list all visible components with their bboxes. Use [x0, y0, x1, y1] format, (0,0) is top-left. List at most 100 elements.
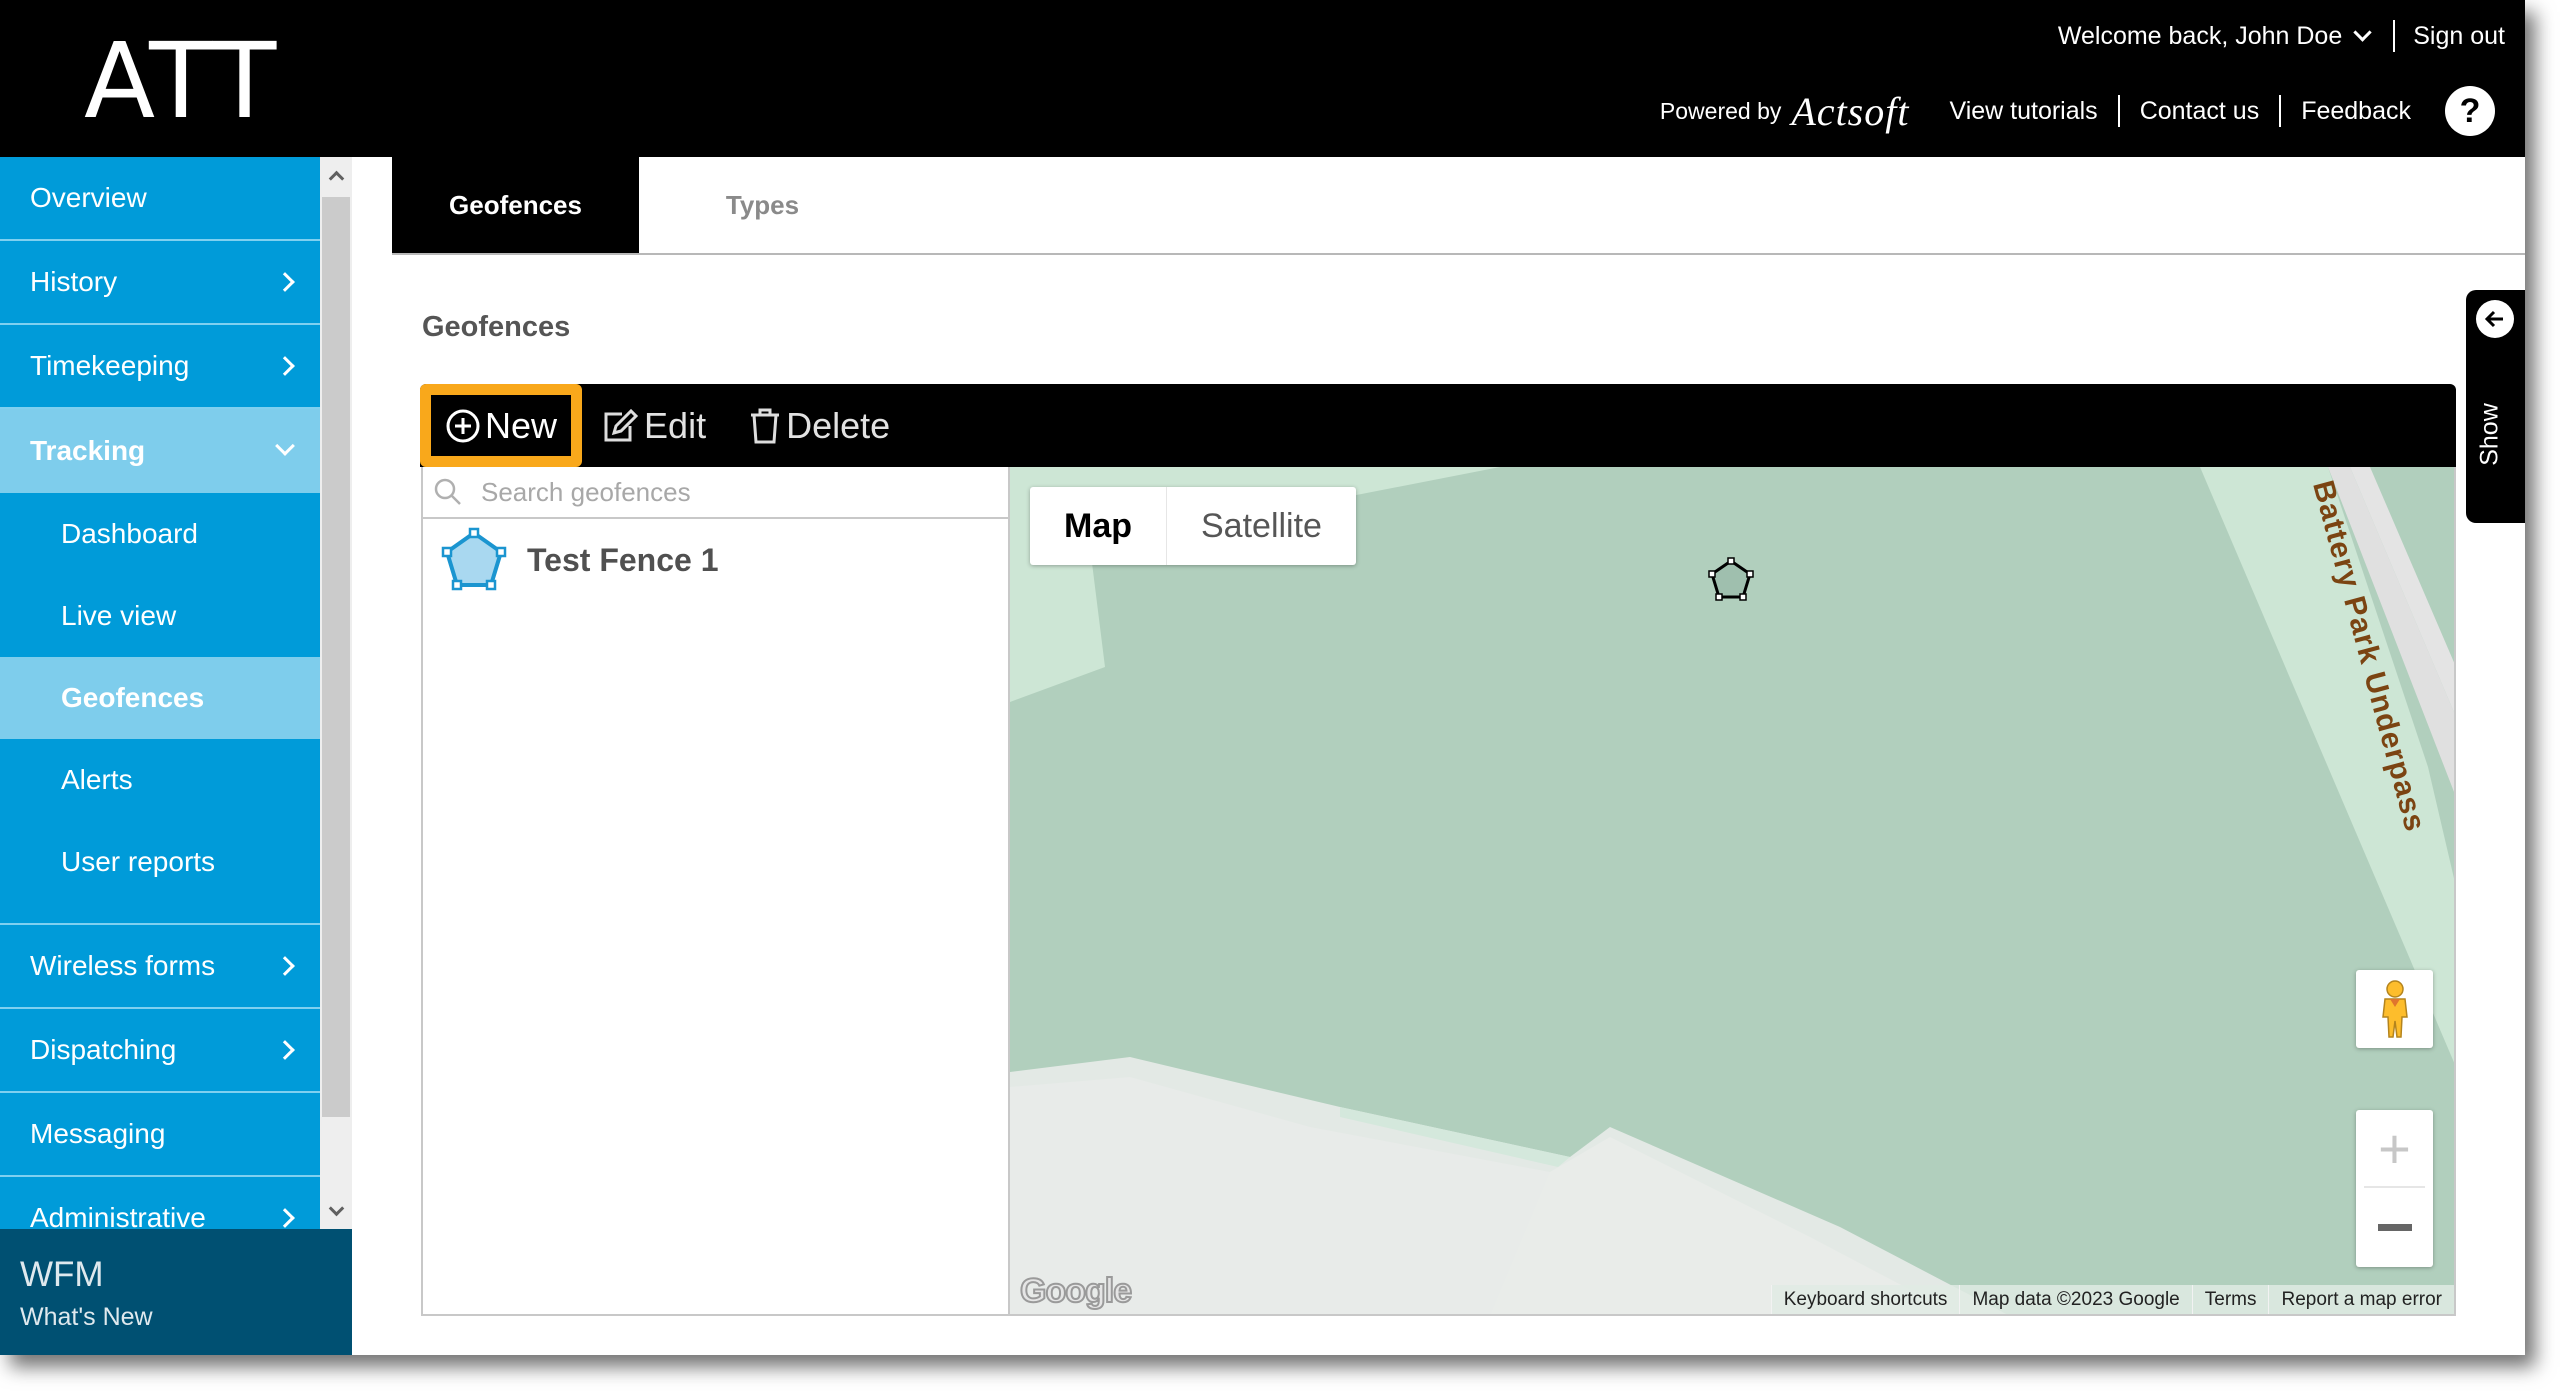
- map-view[interactable]: Battery Park Underpass Map Satellite + G…: [1010, 467, 2456, 1316]
- zoom-in-button[interactable]: +: [2364, 1110, 2425, 1188]
- help-icon[interactable]: ?: [2445, 86, 2495, 136]
- show-panel-toggle[interactable]: Show: [2466, 290, 2525, 523]
- zoom-control: +: [2356, 1110, 2433, 1267]
- search-box: [423, 467, 1008, 519]
- sidebar-item-label: User reports: [61, 846, 216, 877]
- sidebar-item-wireless-forms[interactable]: Wireless forms: [0, 925, 320, 1009]
- search-icon: [434, 478, 461, 505]
- sidebar-scrollbar[interactable]: [320, 157, 352, 1229]
- terms-link[interactable]: Terms: [2191, 1285, 2269, 1314]
- sidebar-item-tracking[interactable]: Tracking: [0, 409, 320, 493]
- sidebar-item-label: Administrative: [30, 1202, 206, 1229]
- sidebar-item-label: Wireless forms: [30, 950, 216, 981]
- chevron-down-icon: [275, 436, 295, 456]
- user-menu[interactable]: Welcome back, John Doe: [2057, 21, 2372, 51]
- minus-icon: [2377, 1223, 2412, 1231]
- sidebar-subitem-user-reports[interactable]: User reports: [0, 821, 320, 903]
- list-item[interactable]: Test Fence 1: [423, 519, 1008, 601]
- sidebar-item-label: Messaging: [30, 1118, 166, 1149]
- map-type-satellite-button[interactable]: Satellite: [1167, 487, 1356, 565]
- tab-geofences[interactable]: Geofences: [392, 157, 639, 253]
- app-window: ATT Welcome back, John Doe Sign out Powe…: [0, 0, 2525, 1355]
- delete-label: Delete: [786, 404, 891, 446]
- delete-button[interactable]: Delete: [734, 384, 904, 467]
- search-input[interactable]: [481, 476, 981, 508]
- sidebar-item-label: Tracking: [30, 435, 146, 466]
- new-label: New: [485, 404, 558, 446]
- tab-types[interactable]: Types: [639, 157, 886, 253]
- scroll-up-button[interactable]: [320, 157, 352, 193]
- wfm-title: WFM: [20, 1255, 104, 1294]
- chevron-down-icon: [2353, 22, 2372, 42]
- new-button[interactable]: New: [420, 384, 583, 467]
- scrollbar-thumb[interactable]: [322, 197, 350, 1117]
- whats-new-panel[interactable]: WFM What's New: [0, 1229, 352, 1355]
- map-data-text: Map data ©2023 Google: [1959, 1285, 2191, 1314]
- chevron-down-icon: [328, 1200, 344, 1216]
- arrow-left-icon: [2476, 300, 2514, 338]
- sidebar-item-label: Overview: [30, 182, 147, 213]
- sidebar-item-label: Timekeeping: [30, 350, 190, 381]
- divider: [2279, 95, 2282, 127]
- sidebar-subitem-alerts[interactable]: Alerts: [0, 739, 320, 821]
- chevron-right-icon: [275, 956, 295, 976]
- sidebar-subitem-dashboard[interactable]: Dashboard: [0, 493, 320, 575]
- trash-icon: [751, 408, 780, 443]
- plus-circle-icon: [446, 409, 480, 442]
- sidebar-item-label: Live view: [61, 600, 177, 631]
- actsoft-logo: Actsoft: [1791, 88, 1910, 134]
- edit-label: Edit: [644, 404, 707, 446]
- scroll-down-button[interactable]: [320, 1193, 352, 1229]
- contact-us-link[interactable]: Contact us: [2140, 97, 2260, 126]
- sidebar-item-history[interactable]: History: [0, 241, 320, 325]
- divider: [2393, 20, 2396, 52]
- help-links: Powered by Actsoft View tutorials Contac…: [1660, 86, 2495, 136]
- geofence-list-panel: Test Fence 1: [421, 467, 1010, 1316]
- brand-logo[interactable]: ATT: [84, 20, 278, 142]
- chevron-right-icon: [275, 272, 295, 292]
- pegman-icon[interactable]: [2356, 970, 2433, 1048]
- sidebar-item-label: Geofences: [61, 682, 205, 713]
- tab-bar: Geofences Types: [392, 157, 2525, 255]
- user-bar: Welcome back, John Doe Sign out: [2058, 20, 2505, 52]
- edit-button[interactable]: Edit: [586, 384, 720, 467]
- sidebar-item-label: Dispatching: [30, 1034, 177, 1065]
- powered-by-text: Powered by: [1659, 97, 1782, 124]
- sidebar-subitem-geofences[interactable]: Geofences: [0, 657, 320, 739]
- powered-by: Powered by Actsoft: [1660, 88, 1910, 135]
- chevron-up-icon: [328, 170, 344, 186]
- map-type-map-button[interactable]: Map: [1030, 487, 1167, 565]
- zoom-out-button[interactable]: [2356, 1188, 2433, 1266]
- map-type-control: Map Satellite: [1030, 487, 1356, 565]
- page-title: Geofences: [422, 311, 571, 343]
- sidebar-subitem-live-view[interactable]: Live view: [0, 575, 320, 657]
- welcome-text: Welcome back, John Doe: [2057, 21, 2343, 50]
- geofence-name: Test Fence 1: [527, 541, 719, 578]
- chevron-right-icon: [275, 1208, 295, 1228]
- sign-out-link[interactable]: Sign out: [2413, 22, 2505, 51]
- show-label: Show: [2475, 403, 2504, 466]
- map-attribution: Keyboard shortcuts Map data ©2023 Google…: [1770, 1285, 2454, 1314]
- divider: [2117, 95, 2120, 127]
- sidebar-item-dispatching[interactable]: Dispatching: [0, 1009, 320, 1093]
- top-header: ATT Welcome back, John Doe Sign out Powe…: [0, 0, 2525, 157]
- sidebar-item-label: Alerts: [61, 764, 133, 795]
- sidebar-item-messaging[interactable]: Messaging: [0, 1093, 320, 1177]
- google-logo: Google: [1019, 1271, 1133, 1311]
- geofence-polygon[interactable]: [1708, 557, 1754, 603]
- whats-new-link[interactable]: What's New: [20, 1303, 332, 1332]
- sidebar-item-overview[interactable]: Overview: [0, 157, 320, 241]
- report-map-error-link[interactable]: Report a map error: [2268, 1285, 2454, 1314]
- sidebar-item-label: History: [30, 266, 118, 297]
- keyboard-shortcuts-link[interactable]: Keyboard shortcuts: [1770, 1285, 1960, 1314]
- feedback-link[interactable]: Feedback: [2301, 97, 2411, 126]
- sidebar-item-administrative[interactable]: Administrative: [0, 1177, 320, 1229]
- street-view-icon: [2381, 980, 2408, 1038]
- sidebar-item-timekeeping[interactable]: Timekeeping: [0, 325, 320, 409]
- chevron-right-icon: [275, 356, 295, 376]
- pentagon-geofence-icon: [441, 527, 507, 591]
- chevron-right-icon: [275, 1040, 295, 1060]
- geofence-toolbar: New Edit Delete: [420, 384, 2456, 467]
- view-tutorials-link[interactable]: View tutorials: [1949, 97, 2097, 126]
- tracking-submenu: Dashboard Live view Geofences Alerts Use…: [0, 493, 320, 925]
